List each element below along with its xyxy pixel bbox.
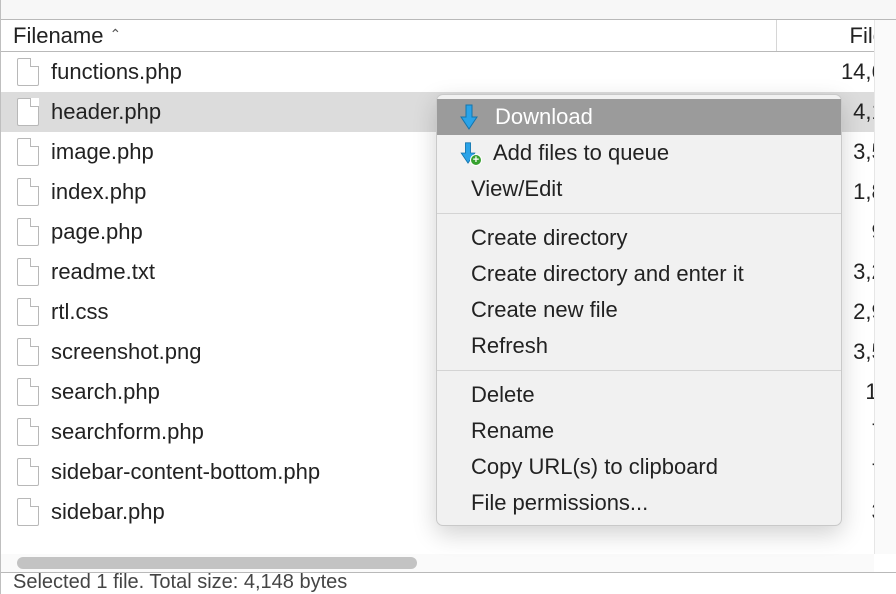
file-icon (17, 58, 39, 86)
file-icon (17, 378, 39, 406)
file-icon (17, 418, 39, 446)
menu-create-new-file-label: Create new file (471, 297, 618, 323)
menu-create-directory[interactable]: Create directory (437, 220, 841, 256)
status-bar: Selected 1 file. Total size: 4,148 bytes (1, 572, 896, 594)
file-icon (17, 218, 39, 246)
menu-copy-url[interactable]: Copy URL(s) to clipboard (437, 449, 841, 485)
file-icon (17, 298, 39, 326)
menu-file-permissions[interactable]: File permissions... (437, 485, 841, 521)
menu-copy-url-label: Copy URL(s) to clipboard (471, 454, 718, 480)
menu-separator (437, 370, 841, 371)
window-top-strip (1, 0, 896, 20)
menu-add-to-queue[interactable]: + Add files to queue (437, 135, 841, 171)
status-text: Selected 1 file. Total size: 4,148 bytes (13, 572, 347, 594)
file-icon (17, 338, 39, 366)
file-icon (17, 258, 39, 286)
menu-download[interactable]: Download (437, 99, 841, 135)
file-row[interactable]: functions.php14,60 (1, 52, 896, 92)
menu-view-edit-label: View/Edit (471, 176, 562, 202)
menu-download-label: Download (495, 104, 593, 130)
column-header-filename[interactable]: Filename ⌃ (1, 23, 776, 49)
file-icon (17, 138, 39, 166)
menu-add-to-queue-label: Add files to queue (493, 140, 669, 166)
menu-create-directory-enter[interactable]: Create directory and enter it (437, 256, 841, 292)
menu-rename[interactable]: Rename (437, 413, 841, 449)
context-menu: Download + Add files to queue View/Edit … (436, 94, 842, 526)
file-icon (17, 498, 39, 526)
menu-separator (437, 213, 841, 214)
menu-create-directory-label: Create directory (471, 225, 628, 251)
download-icon (457, 104, 481, 130)
horizontal-scrollbar-track[interactable] (1, 554, 874, 572)
menu-refresh-label: Refresh (471, 333, 548, 359)
menu-delete[interactable]: Delete (437, 377, 841, 413)
menu-delete-label: Delete (471, 382, 535, 408)
menu-create-new-file[interactable]: Create new file (437, 292, 841, 328)
file-icon (17, 98, 39, 126)
menu-file-permissions-label: File permissions... (471, 490, 648, 516)
column-header-filename-label: Filename (13, 23, 103, 49)
vertical-scrollbar[interactable] (874, 20, 896, 554)
menu-create-directory-enter-label: Create directory and enter it (471, 261, 744, 287)
sort-ascending-icon: ⌃ (109, 26, 121, 43)
menu-rename-label: Rename (471, 418, 554, 444)
menu-view-edit[interactable]: View/Edit (437, 171, 841, 207)
file-icon (17, 178, 39, 206)
file-icon (17, 458, 39, 486)
horizontal-scrollbar-thumb[interactable] (17, 557, 417, 569)
column-header-row: Filename ⌃ Files (1, 20, 896, 52)
file-name: functions.php (51, 59, 776, 85)
menu-refresh[interactable]: Refresh (437, 328, 841, 364)
add-to-queue-icon: + (457, 141, 479, 165)
